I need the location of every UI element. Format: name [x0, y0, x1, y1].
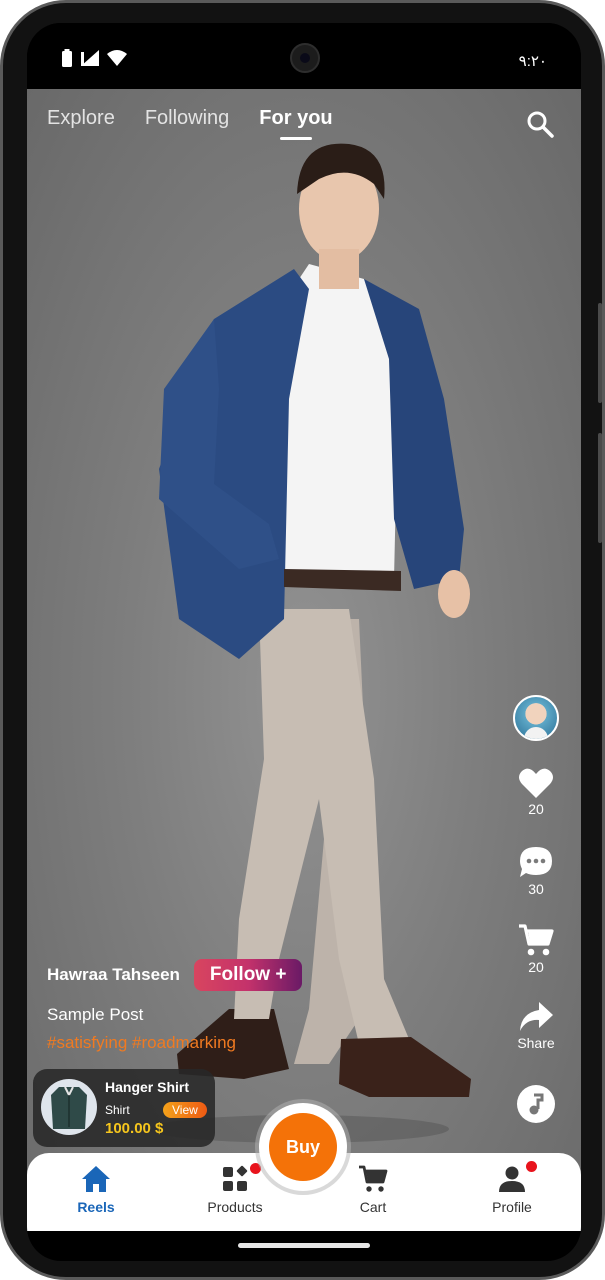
nav-reels-label: Reels: [77, 1199, 115, 1215]
product-thumbnail: [41, 1079, 97, 1135]
comment-icon[interactable]: [518, 845, 554, 879]
buy-button[interactable]: Buy: [269, 1113, 337, 1181]
product-price: 100.00 $: [105, 1120, 164, 1137]
cart-icon[interactable]: [518, 923, 554, 957]
status-bar: ٩:٢٠: [27, 23, 581, 89]
nav-profile[interactable]: Profile: [467, 1165, 557, 1215]
status-icons: [61, 49, 127, 67]
status-time: ٩:٢٠: [518, 53, 547, 70]
share-icon[interactable]: [518, 1001, 554, 1033]
follow-button[interactable]: Follow +: [193, 959, 303, 991]
like-count: 20: [528, 801, 544, 817]
creator-username[interactable]: Hawraa Tahseen: [47, 965, 180, 985]
search-icon[interactable]: [525, 109, 555, 139]
avatar[interactable]: [513, 695, 559, 741]
front-camera: [290, 43, 320, 73]
creator-row: Hawraa Tahseen Follow +: [47, 959, 467, 991]
cart-count: 20: [528, 959, 544, 975]
signal-icon: [81, 50, 99, 66]
music-action[interactable]: [511, 1085, 561, 1123]
reel-video[interactable]: Explore Following For you 20 30 20 Share…: [27, 89, 581, 1183]
view-product-button[interactable]: View: [163, 1102, 207, 1118]
nav-profile-label: Profile: [492, 1199, 532, 1215]
nav-products-label: Products: [207, 1199, 263, 1215]
creator-avatar-item[interactable]: [511, 695, 561, 741]
tab-explore[interactable]: Explore: [47, 107, 115, 130]
share-action[interactable]: Share: [511, 1001, 561, 1051]
nav-cart[interactable]: Cart: [328, 1165, 418, 1215]
screen: ٩:٢٠ Explore Following For you 20 30 20 …: [27, 23, 581, 1261]
volume-button: [598, 303, 602, 403]
products-badge: [250, 1163, 261, 1174]
post-info: Hawraa Tahseen Follow + Sample Post #sat…: [47, 959, 467, 1053]
comment-count: 30: [528, 881, 544, 897]
product-card[interactable]: Hanger Shirt Shirt View 100.00 $: [33, 1069, 215, 1147]
music-note-icon: [529, 1093, 544, 1115]
product-name: Hanger Shirt: [105, 1079, 190, 1095]
tab-for-you[interactable]: For you: [259, 107, 333, 140]
like-action[interactable]: 20: [511, 767, 561, 817]
grid-icon: [223, 1165, 248, 1191]
product-type: Shirt: [105, 1103, 130, 1117]
share-label: Share: [517, 1035, 555, 1051]
battery-icon: [62, 49, 72, 67]
shirt-image: [51, 1086, 87, 1129]
post-hashtags[interactable]: #satisfying #roadmarking: [47, 1033, 467, 1053]
home-indicator[interactable]: [238, 1243, 370, 1248]
home-icon: [82, 1166, 110, 1192]
tab-following[interactable]: Following: [145, 107, 229, 130]
feed-tabs: Explore Following For you: [47, 107, 333, 140]
nav-reels[interactable]: Reels: [51, 1165, 141, 1215]
heart-icon[interactable]: [518, 767, 554, 799]
wifi-icon: [107, 50, 127, 66]
person-icon: [499, 1166, 525, 1192]
power-button: [598, 433, 602, 543]
post-caption: Sample Post: [47, 1005, 144, 1024]
phone-frame: ٩:٢٠ Explore Following For you 20 30 20 …: [0, 0, 605, 1280]
comment-action[interactable]: 30: [511, 845, 561, 897]
profile-badge: [526, 1161, 537, 1172]
cart-action[interactable]: 20: [511, 923, 561, 975]
cart-icon: [359, 1165, 388, 1192]
nav-cart-label: Cart: [359, 1199, 387, 1215]
music-disc[interactable]: [517, 1085, 555, 1123]
